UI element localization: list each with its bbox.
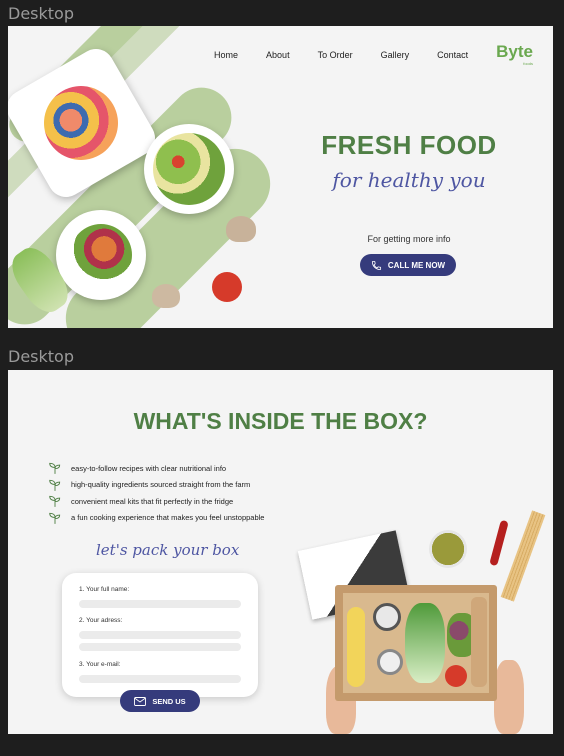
feature-list: easy-to-follow recipes with clear nutrit… [48,460,264,526]
spice-bowl-image [429,530,467,568]
call-button-label: CALL ME NOW [387,260,446,270]
plate-fish-image [56,210,146,300]
address-label: 2. Your adress: [79,617,123,624]
name-field[interactable] [79,600,241,608]
email-label: 3. Your e-mail: [79,661,121,668]
brand-logo[interactable]: Byte foods [496,42,533,66]
hero-frame: Home About To Order Gallery Contact Byte… [8,26,553,328]
frame-label: Desktop [8,347,74,366]
email-field[interactable] [79,675,241,683]
order-form: 1. Your full name: 2. Your adress: 3. Yo… [62,573,258,697]
chili-pepper-image [489,519,509,567]
feature-text: a fun cooking experience that makes you … [71,513,265,523]
logo-text: Byte [496,42,533,61]
mushroom-image [152,284,180,308]
sprout-icon [49,512,61,524]
tomato-image [212,272,242,302]
sprout-icon [49,479,61,491]
sprout-icon [49,496,61,508]
box-frame: WHAT'S INSIDE THE BOX? easy-to-follow re… [8,370,553,734]
corn-image [347,607,365,687]
hero-info-text: For getting more info [367,234,451,244]
address-field[interactable] [79,631,241,639]
list-item: a fun cooking experience that makes you … [48,510,264,527]
hero-script-text: for healthy you [332,168,486,192]
paper-roll-image [471,597,487,687]
call-me-now-button[interactable]: CALL ME NOW [360,254,456,276]
name-label: 1. Your full name: [79,586,130,593]
jar-image [377,649,403,675]
send-button-label: SEND US [152,696,186,706]
list-item: easy-to-follow recipes with clear nutrit… [48,460,264,477]
pack-script-text: let's pack your box [96,541,240,559]
tomato-image [445,665,467,687]
envelope-icon [134,696,147,706]
jar-image [373,603,401,631]
nav-gallery-link[interactable]: Gallery [381,50,410,60]
nav-home-link[interactable]: Home [214,50,238,60]
bok-choy-image [405,603,445,683]
sprout-icon [49,463,61,475]
nav-contact-link[interactable]: Contact [437,50,468,60]
send-us-button[interactable]: SEND US [120,690,200,712]
top-navigation: Home About To Order Gallery Contact Byte… [214,42,533,66]
right-hand-image [494,660,524,734]
nav-order-link[interactable]: To Order [318,50,353,60]
frame-label: Desktop [8,4,74,23]
phone-icon [371,260,381,270]
address-field-line-2[interactable] [79,643,241,651]
plate-salad-image [144,124,234,214]
logo-subtext: foods [523,61,533,66]
box-contents [343,593,489,693]
hero-title: FRESH FOOD [321,130,497,160]
list-item: high-quality ingredients sourced straigh… [48,477,264,494]
list-item: convenient meal kits that fit perfectly … [48,493,264,510]
section-title: WHAT'S INSIDE THE BOX? [133,408,428,434]
feature-text: high-quality ingredients sourced straigh… [71,480,251,490]
nav-about-link[interactable]: About [266,50,290,60]
ingredient-box-image [335,585,497,701]
feature-text: convenient meal kits that fit perfectly … [71,496,234,506]
mushroom-image [226,216,256,242]
feature-text: easy-to-follow recipes with clear nutrit… [71,463,227,473]
